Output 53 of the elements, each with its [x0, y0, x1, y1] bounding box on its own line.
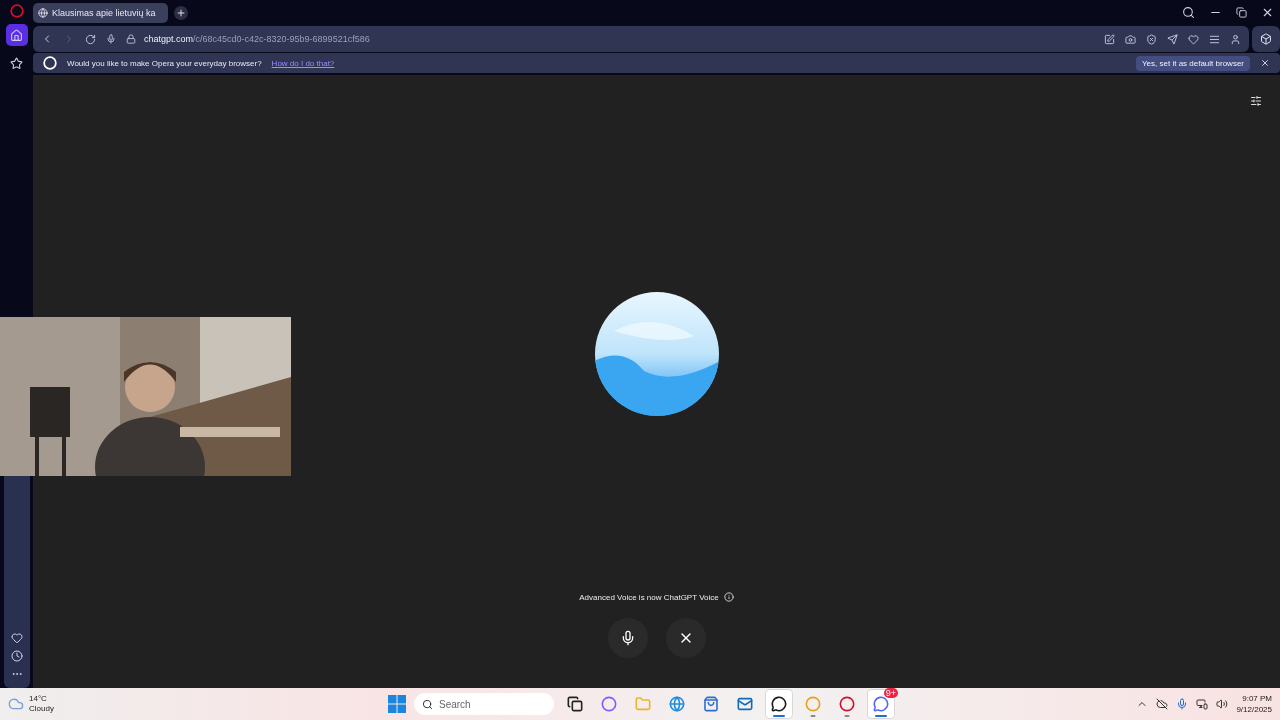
clock-date: 9/12/2025 — [1236, 704, 1272, 715]
notification-badge: 9+ — [883, 688, 898, 698]
camera-icon[interactable] — [1125, 33, 1136, 45]
shield-icon[interactable] — [1146, 33, 1157, 45]
windows-start-icon[interactable] — [388, 695, 406, 713]
volume-icon[interactable] — [1216, 698, 1229, 710]
search-icon[interactable] — [1182, 6, 1195, 19]
heart-icon[interactable] — [10, 632, 23, 644]
lock-icon — [126, 34, 136, 44]
browser-tab[interactable]: Klausimas apie lietuvių ka — [33, 2, 168, 23]
new-tab-button[interactable] — [174, 5, 188, 20]
star-icon — [10, 56, 23, 70]
cloud-icon — [8, 696, 24, 712]
cube-icon — [1260, 33, 1272, 45]
task-view-icon — [567, 696, 583, 712]
send-icon[interactable] — [1167, 33, 1178, 45]
voice-notice: Advanced Voice is now ChatGPT Voice — [579, 592, 719, 602]
settings-icon[interactable] — [1250, 95, 1262, 107]
info-icon[interactable] — [723, 592, 734, 602]
edit-icon[interactable] — [1104, 33, 1115, 45]
clock-time: 9:07 PM — [1241, 693, 1272, 704]
taskbar-app[interactable] — [766, 690, 792, 718]
reload-icon[interactable] — [85, 33, 96, 45]
url-text: chatgpt.com/c/68c45cd0-c42c-8320-95b9-6899521cf586 — [144, 34, 370, 44]
menu-icon[interactable] — [1209, 33, 1220, 45]
close-icon[interactable] — [1261, 6, 1274, 19]
chat-icon — [771, 696, 787, 712]
store-icon — [703, 696, 719, 712]
microphone-button[interactable] — [607, 618, 648, 658]
close-button[interactable] — [665, 618, 706, 658]
network-icon[interactable] — [1196, 698, 1209, 710]
extensions-button[interactable] — [1252, 26, 1280, 52]
close-icon[interactable] — [1260, 58, 1270, 68]
address-bar[interactable]: chatgpt.com/c/68c45cd0-c42c-8320-95b9-6899521cf586 — [33, 26, 1249, 52]
home-icon — [10, 28, 23, 42]
default-browser-button[interactable]: Yes, set it as default browser — [1136, 55, 1250, 71]
history-icon[interactable] — [10, 650, 23, 662]
search-icon — [422, 698, 433, 710]
heart-icon[interactable] — [1188, 33, 1199, 45]
folder-icon — [635, 696, 651, 712]
weather-condition: Cloudy — [29, 704, 54, 714]
restore-icon[interactable] — [1236, 7, 1247, 18]
microphone-icon[interactable] — [1176, 698, 1189, 710]
microphone-icon — [106, 34, 116, 44]
help-link[interactable]: How do I do that? — [271, 58, 335, 68]
mail-icon — [737, 696, 753, 712]
info-message: Would you like to make Opera your everyday browser? — [67, 58, 262, 68]
search-field[interactable]: Search — [414, 693, 554, 715]
cloud-off-icon[interactable] — [1156, 698, 1169, 710]
globe-icon — [38, 7, 48, 18]
home-button[interactable] — [5, 24, 28, 46]
temperature: 14°C — [29, 694, 48, 704]
profile-icon[interactable] — [1230, 33, 1241, 45]
